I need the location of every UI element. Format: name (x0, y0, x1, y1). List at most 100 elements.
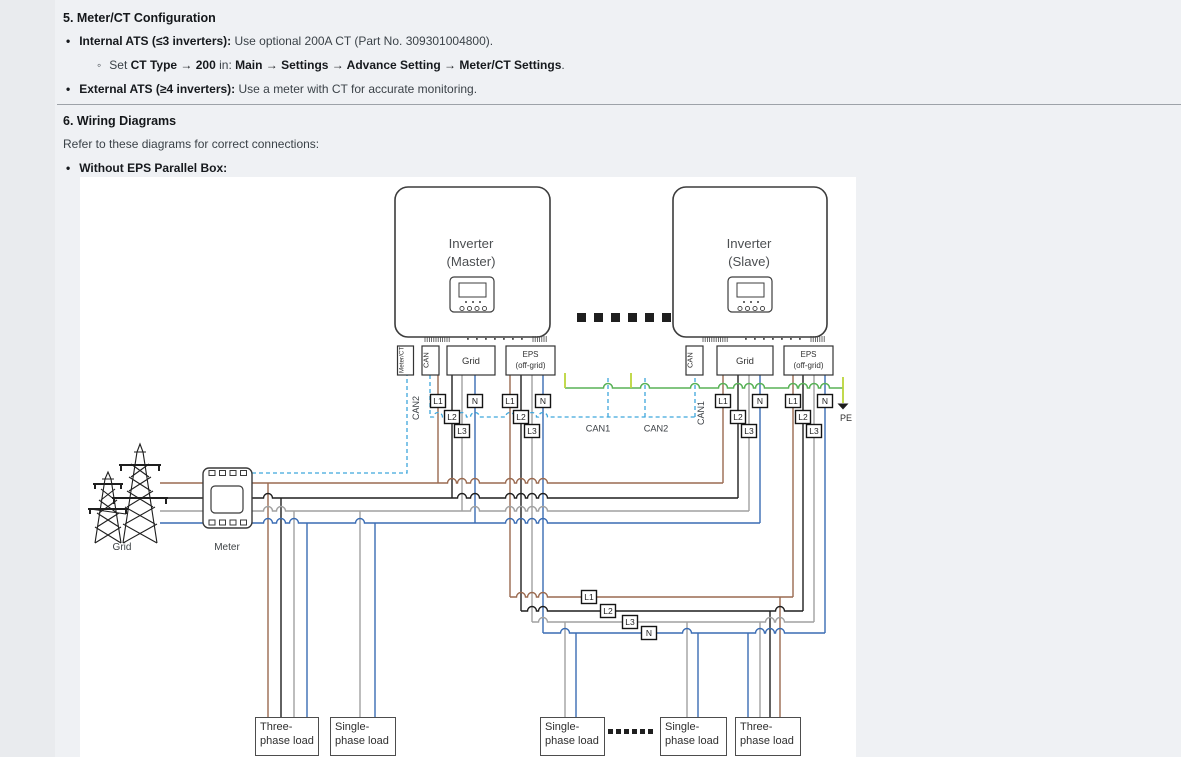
bus-l1 (252, 479, 723, 484)
can-meter-link (252, 375, 407, 473)
bullet-without-eps-box: Without EPS Parallel Box: (66, 161, 227, 175)
manual-page: 5. Meter/CT Configuration Internal ATS (… (0, 0, 1181, 757)
sub-p4: Main → Settings → Advance Setting → Mete… (235, 58, 561, 72)
phase-chips-layer: L1NL2L3L1NL2L3L1NL2L3L1NL2L3L1L2L3N (431, 395, 833, 640)
phase-chip-label: L1 (718, 396, 728, 406)
more-loads-dot (616, 729, 621, 734)
vent-dot-icon (521, 338, 523, 340)
port-grid-label: Grid (736, 356, 754, 367)
load-three-phase-1: Three-phase load (255, 717, 319, 756)
page-left-margin (0, 0, 55, 757)
wire-pe (565, 384, 843, 389)
bus-l1 (510, 593, 793, 598)
vent-dot-icon (781, 338, 783, 340)
grid-label: Grid (113, 542, 132, 553)
vent-dot-icon (467, 338, 469, 340)
port-eps-label-1: EPS (522, 350, 538, 359)
vent-dot-icon (790, 338, 792, 340)
port-can-label: CAN (686, 352, 695, 368)
bullet-internal-ats-bold: Internal ATS (≤3 inverters): (79, 34, 231, 48)
more-loads-dot (640, 729, 645, 734)
sub-p5: . (561, 58, 564, 72)
bullet-without-eps-bold: Without EPS Parallel Box: (79, 161, 227, 175)
wiring-diagram: Inverter (Master) Inverter ( (80, 177, 856, 757)
load-single-phase-2: Single-phase load (540, 717, 605, 756)
phase-chip-label: L3 (457, 426, 467, 436)
bus-l3 (252, 507, 749, 512)
phase-chip-label: L1 (788, 396, 798, 406)
meter-icon (203, 468, 252, 528)
bullet-external-ats-bold: External ATS (≥4 inverters): (79, 82, 235, 96)
port-eps-label-2: (off-grid) (793, 361, 823, 370)
more-loads-dot (608, 729, 613, 734)
vent-dot-icon (494, 338, 496, 340)
bus-n (543, 629, 825, 634)
phase-chip-label: N (757, 396, 763, 406)
master-can2-label: CAN2 (411, 396, 421, 420)
vent-dot-icon (745, 338, 747, 340)
phase-chip-label: L2 (798, 412, 808, 422)
phase-chip-label: L3 (744, 426, 754, 436)
can1-bus-label: CAN1 (586, 424, 611, 434)
sub-p2: CT Type → 200 (131, 58, 216, 72)
section6-heading: 6. Wiring Diagrams (63, 114, 176, 128)
meter-label: Meter (214, 542, 240, 553)
ground-icon (838, 404, 849, 410)
port-grid-label: Grid (462, 356, 480, 367)
inverter-master-label-2: (Master) (446, 254, 495, 269)
inverter-slave-label-1: Inverter (727, 236, 772, 251)
section6-intro: Refer to these diagrams for correct conn… (63, 137, 319, 151)
phase-chip-label: L1 (433, 396, 443, 406)
vent-dot-icon (512, 338, 514, 340)
grid-tower-icon (88, 444, 168, 543)
bus-l2 (521, 607, 803, 611)
slave-can1-label: CAN1 (696, 401, 706, 425)
port-meter-ct-label: Meter/CT (399, 347, 406, 373)
phase-chip-label: L2 (516, 412, 526, 422)
bullet-internal-ats-text: Use optional 200A CT (Part No. 309301004… (231, 34, 493, 48)
vent-dot-icon (754, 338, 756, 340)
load-single-phase-1: Single-phase load (330, 717, 396, 756)
sub-p3: in: (216, 58, 235, 72)
more-units-dot (645, 313, 654, 322)
more-loads-dot (624, 729, 629, 734)
can-link (430, 413, 695, 418)
phase-chip-label: L1 (584, 592, 594, 602)
section-divider (57, 104, 1181, 105)
vent-dot-icon (485, 338, 487, 340)
phase-chip-label: N (540, 396, 546, 406)
phase-chip-label: L3 (625, 617, 635, 627)
more-units-dot (577, 313, 586, 322)
more-loads-dot (648, 729, 653, 734)
bus-l3 (532, 618, 814, 623)
bus-l2 (252, 494, 738, 499)
wires-layer (160, 373, 843, 718)
more-units-dot (611, 313, 620, 322)
bullet-external-ats: External ATS (≥4 inverters): Use a meter… (66, 82, 477, 96)
sub-bullet-ct-type: Set CT Type → 200 in: Main → Settings → … (97, 58, 565, 72)
vent-dot-icon (799, 338, 801, 340)
bus-n (252, 519, 760, 524)
phase-chip-label: L3 (809, 426, 819, 436)
phase-chip-label: N (472, 396, 478, 406)
port-eps-label-2: (off-grid) (515, 361, 545, 370)
port-eps-label-1: EPS (800, 350, 816, 359)
wiring-diagram-svg: Inverter (Master) Inverter ( (80, 177, 856, 757)
pe-label: PE (840, 413, 852, 423)
bullet-internal-ats: Internal ATS (≤3 inverters): Use optiona… (66, 34, 493, 48)
more-loads-dot (632, 729, 637, 734)
port-can-label: CAN (422, 352, 431, 368)
phase-chip-label: L2 (447, 412, 457, 422)
vent-dot-icon (763, 338, 765, 340)
phase-chip-label: L3 (527, 426, 537, 436)
bullet-external-ats-text: Use a meter with CT for accurate monitor… (235, 82, 477, 96)
phase-chip-label: N (822, 396, 828, 406)
more-units-dot (628, 313, 637, 322)
inverter-master-label-1: Inverter (449, 236, 494, 251)
vent-dot-icon (772, 338, 774, 340)
more-units-dot (662, 313, 671, 322)
load-single-phase-3: Single-phase load (660, 717, 727, 756)
phase-chip-label: L1 (505, 396, 515, 406)
inverter-slave: Inverter (Slave) (673, 187, 827, 337)
more-units-dot (594, 313, 603, 322)
